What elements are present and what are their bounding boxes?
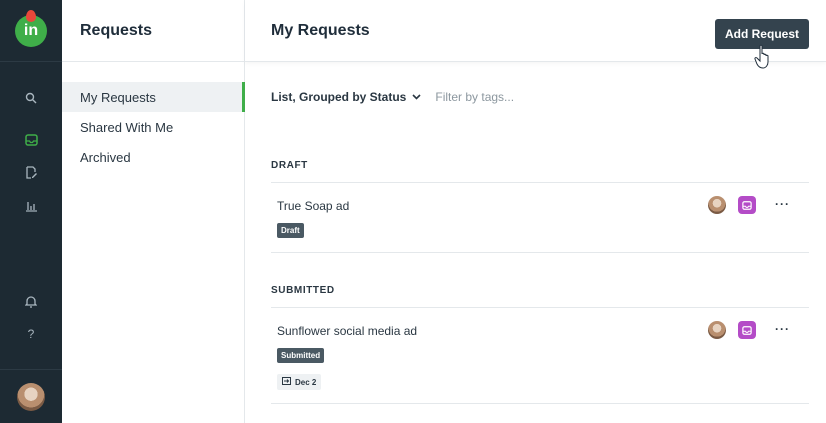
- main-content: My Requests Add Request List, Grouped by…: [245, 0, 826, 423]
- filter-bar: List, Grouped by Status Filter by tags..…: [271, 90, 514, 104]
- due-date-chip[interactable]: Dec 2: [277, 374, 322, 390]
- sidebar-title: Requests: [62, 0, 244, 62]
- logo-dot: [26, 9, 36, 22]
- bell-icon[interactable]: [0, 289, 62, 313]
- sidebar-item-my-requests[interactable]: My Requests: [62, 82, 245, 112]
- logo-text: in: [23, 21, 39, 39]
- document-edit-icon[interactable]: [0, 160, 62, 184]
- divider: [271, 403, 809, 404]
- divider: [271, 307, 809, 308]
- app-logo[interactable]: in: [15, 9, 47, 47]
- bar-chart-icon[interactable]: [0, 194, 62, 218]
- search-icon[interactable]: [0, 86, 62, 110]
- inbox-icon[interactable]: [738, 196, 756, 214]
- group-label-draft: DRAFT: [271, 160, 308, 171]
- more-options-button[interactable]: ···: [775, 322, 790, 336]
- logo-container: in: [0, 0, 62, 62]
- user-menu[interactable]: [0, 369, 62, 423]
- help-label: ?: [27, 327, 35, 341]
- sidebar-item-archived[interactable]: Archived: [62, 142, 245, 172]
- sidebar-item-shared-with-me[interactable]: Shared With Me: [62, 112, 245, 142]
- divider: [271, 252, 809, 253]
- request-title[interactable]: Sunflower social media ad: [277, 324, 417, 338]
- assignee-avatar[interactable]: [708, 196, 726, 214]
- due-date-label: Dec 2: [295, 377, 317, 387]
- page-title: My Requests: [271, 21, 370, 39]
- hand-cursor-icon: [754, 44, 769, 69]
- help-icon[interactable]: ?: [0, 322, 62, 346]
- inbox-icon[interactable]: [0, 128, 62, 152]
- sidebar-item-label: My Requests: [80, 89, 156, 105]
- request-title[interactable]: True Soap ad: [277, 199, 349, 213]
- more-options-button[interactable]: ···: [775, 197, 790, 211]
- assignee-avatar[interactable]: [708, 321, 726, 339]
- tag-filter-input[interactable]: Filter by tags...: [435, 90, 514, 104]
- view-select[interactable]: List, Grouped by Status: [271, 90, 406, 104]
- inbox-icon[interactable]: [738, 321, 756, 339]
- status-badge: Submitted: [277, 348, 325, 363]
- sidebar-item-label: Archived: [80, 149, 131, 165]
- sidebar-item-label: Shared With Me: [80, 119, 174, 135]
- chevron-down-icon[interactable]: [412, 92, 421, 103]
- user-avatar[interactable]: [17, 382, 45, 411]
- status-badge: Draft: [277, 223, 304, 238]
- app-rail: in ?: [0, 0, 62, 423]
- group-label-submitted: SUBMITTED: [271, 285, 335, 296]
- divider: [271, 182, 809, 183]
- requests-sidebar: Requests My Requests Shared With Me Arch…: [62, 0, 245, 423]
- calendar-due-icon: [282, 377, 291, 387]
